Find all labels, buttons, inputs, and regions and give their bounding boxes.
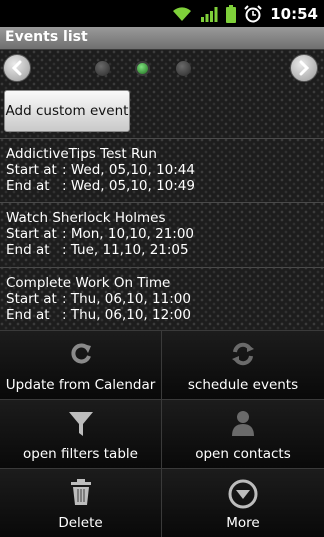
chevron-left-icon: [11, 60, 22, 76]
menu-item-more[interactable]: More: [162, 468, 324, 537]
sync-icon: [232, 342, 254, 366]
divider: [0, 202, 324, 203]
signal-icon: [201, 6, 218, 22]
menu-item-label: More: [226, 515, 260, 531]
event-title: Watch Sherlock Holmes: [6, 210, 166, 226]
end-label: End at: [6, 242, 50, 258]
menu-item-open-filters-table[interactable]: open filters table: [0, 399, 162, 468]
event-title: Complete Work On Time: [6, 275, 171, 291]
wifi-icon: [173, 6, 192, 21]
options-menu: Update from Calendar schedule events ope…: [0, 330, 324, 537]
start-time: : Mon, 10,10, 21:00: [62, 226, 195, 242]
menu-item-label: open contacts: [195, 446, 291, 462]
status-icons: 10:54: [172, 0, 318, 27]
divider: [0, 267, 324, 268]
person-icon: [232, 411, 254, 436]
status-time: 10:54: [270, 4, 318, 23]
menu-item-label: open filters table: [23, 446, 138, 462]
start-label: Start at: [6, 162, 57, 178]
start-label: Start at: [6, 291, 57, 307]
events-panel: Add custom event AddictiveTips Test Run …: [0, 50, 324, 330]
event-title: AddictiveTips Test Run: [6, 146, 157, 162]
filter-icon: [68, 412, 93, 436]
add-custom-event-button[interactable]: Add custom event: [4, 90, 130, 132]
battery-icon: [226, 4, 237, 23]
page-indicator-dot: [176, 61, 191, 76]
page-indicator-dot-active: [135, 61, 150, 76]
end-label: End at: [6, 178, 50, 194]
end-label: End at: [6, 307, 50, 323]
end-time: : Tue, 11,10, 21:05: [62, 242, 189, 258]
more-icon: [228, 479, 258, 509]
menu-item-open-contacts[interactable]: open contacts: [162, 399, 324, 468]
status-bar: 10:54: [0, 0, 324, 27]
chevron-right-icon: [299, 60, 310, 76]
page-indicator-dot: [95, 61, 110, 76]
start-label: Start at: [6, 226, 57, 242]
menu-item-update-from-calendar[interactable]: Update from Calendar: [0, 330, 162, 399]
menu-item-label: Delete: [58, 515, 103, 531]
menu-item-schedule-events[interactable]: schedule events: [162, 330, 324, 399]
trash-icon: [70, 479, 91, 505]
start-time: : Wed, 05,10, 10:44: [62, 162, 195, 178]
menu-item-delete[interactable]: Delete: [0, 468, 162, 537]
title-bar: Events list: [0, 27, 324, 50]
event-item[interactable]: AddictiveTips Test Run Start at : Wed, 05…: [6, 146, 195, 194]
end-time: : Thu, 06,10, 12:00: [62, 307, 191, 323]
refresh-icon: [70, 343, 91, 364]
previous-page-button[interactable]: [3, 54, 31, 82]
menu-item-label: schedule events: [187, 377, 299, 393]
end-time: : Wed, 05,10, 10:49: [62, 178, 195, 194]
next-page-button[interactable]: [290, 54, 318, 82]
menu-item-label: Update from Calendar: [5, 377, 156, 393]
page-title: Events list: [5, 29, 88, 45]
alarm-icon: [244, 4, 262, 22]
start-time: : Thu, 06,10, 11:00: [62, 291, 191, 307]
event-item[interactable]: Watch Sherlock Holmes Start at : Mon, 10,…: [6, 210, 194, 258]
divider: [0, 138, 324, 139]
event-item[interactable]: Complete Work On Time Start at : Thu, 06,…: [6, 275, 191, 323]
